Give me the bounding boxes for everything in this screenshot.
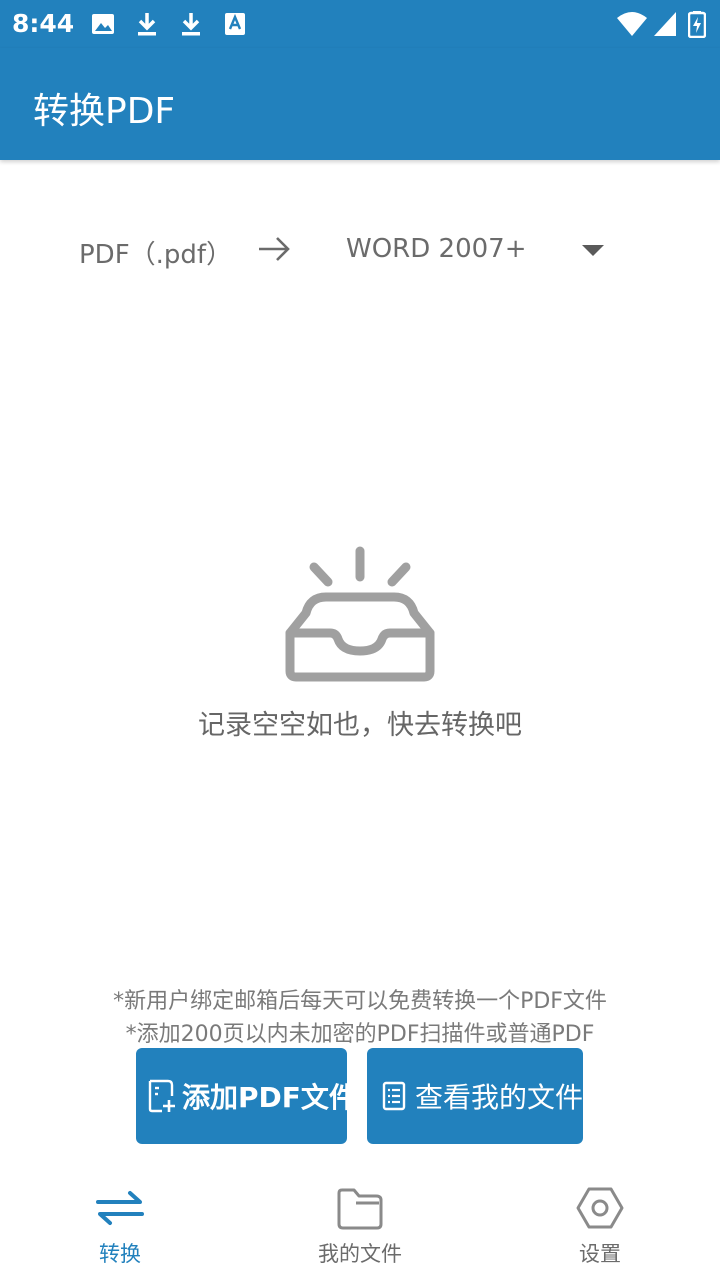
signal-icon (652, 10, 678, 38)
download-icon (134, 10, 160, 38)
view-files-button[interactable]: 查看我的文件 (367, 1048, 583, 1144)
battery-charging-icon (687, 10, 707, 39)
status-time: 8:44 (12, 9, 75, 38)
folder-icon (336, 1184, 384, 1232)
nav-label-my-files: 我的文件 (318, 1242, 402, 1266)
nav-item-my-files[interactable]: 我的文件 (280, 1176, 440, 1276)
nav-label-convert: 转换 (99, 1242, 141, 1266)
arrow-right-icon (256, 234, 292, 264)
nav-label-settings: 设置 (579, 1242, 621, 1266)
hexagon-settings-icon (576, 1184, 624, 1232)
bottom-navigation: 转换 我的文件 设置 (0, 1176, 720, 1280)
file-limit-note: *添加200页以内未加密的PDF扫描件或普通PDF (125, 1022, 595, 1047)
target-format-select[interactable]: WORD 2007+ (346, 234, 526, 264)
add-pdf-button[interactable]: 添加PDF文件 (136, 1048, 357, 1144)
view-files-button-label: 查看我的文件 (415, 1081, 584, 1114)
nav-item-settings[interactable]: 设置 (520, 1176, 680, 1276)
document-list-icon (379, 1078, 409, 1114)
download-icon (178, 10, 204, 38)
nav-item-convert[interactable]: 转换 (40, 1176, 200, 1276)
format-selector[interactable]: PDF（.pdf） WORD 2007+ (0, 228, 720, 274)
page-title: 转换PDF (33, 91, 176, 132)
status-bar: 8:44 (0, 0, 720, 48)
empty-state-message: 记录空空如也，快去转换吧 (198, 710, 522, 741)
add-pdf-button-label: 添加PDF文件 (182, 1081, 357, 1114)
image-icon (90, 10, 116, 38)
free-conversion-note: *新用户绑定邮箱后每天可以免费转换一个PDF文件 (113, 989, 607, 1014)
empty-inbox-icon (280, 545, 440, 690)
source-format-label: PDF（.pdf） (79, 240, 233, 270)
wifi-icon (616, 10, 648, 38)
swap-arrows-icon (96, 1184, 144, 1232)
app-bar: 转换PDF (0, 48, 720, 160)
add-file-icon (146, 1078, 176, 1114)
dropdown-triangle-icon[interactable] (580, 242, 606, 258)
font-icon (222, 10, 248, 38)
